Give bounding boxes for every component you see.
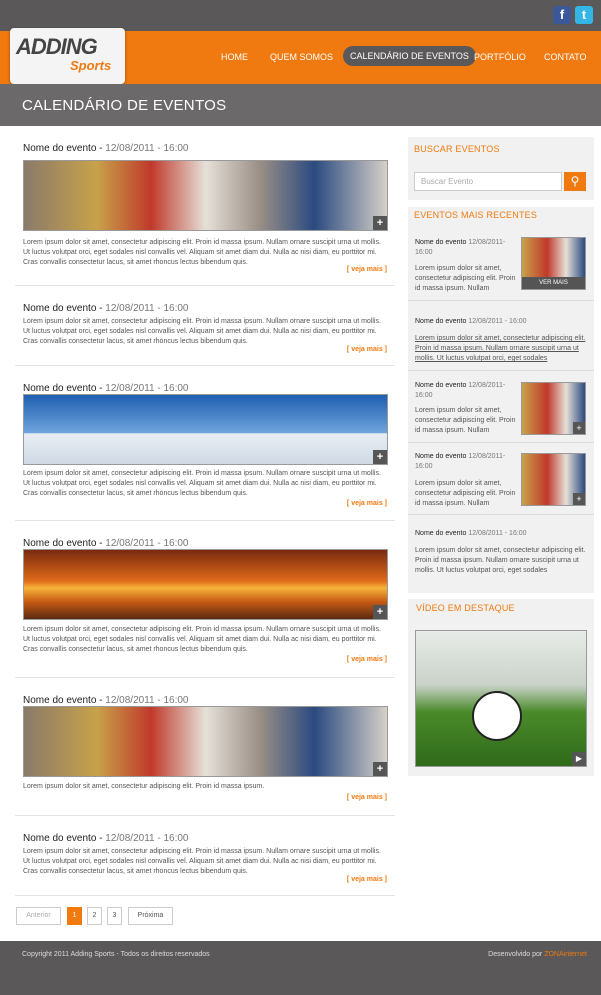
recent-item-text: Lorem ipsum dolor sit amet, consectetur …: [415, 480, 516, 507]
event-date: 12/08/2011 - 16:00: [105, 538, 189, 549]
event-description: Lorem ipsum dolor sit amet, consectetur …: [23, 783, 265, 790]
nav-quem-somos[interactable]: QUEM SOMOS: [270, 52, 333, 62]
pagination-prev[interactable]: Anterior: [16, 907, 61, 925]
recent-item-text: Lorem ipsum dolor sit amet, consectetur …: [415, 265, 516, 292]
event-date: 12/08/2011 - 16:00: [105, 695, 189, 706]
video-heading: VÍDEO EM DESTAQUE: [416, 603, 515, 613]
event-title[interactable]: Nome do evento - 12/08/2011 - 16:00: [23, 833, 188, 844]
recent-heading: EVENTOS MAIS RECENTES: [414, 210, 538, 220]
read-more-link[interactable]: [ veja mais ]: [347, 656, 387, 663]
event-item: Nome do evento - 12/08/2011 - 16:00 + Lo…: [15, 366, 395, 521]
plus-icon[interactable]: +: [573, 422, 585, 434]
facebook-icon[interactable]: f: [553, 6, 571, 24]
recent-item[interactable]: Nome do evento 12/08/2011- 16:00 Lorem i…: [408, 231, 594, 301]
recent-item-title: Nome do evento 12/08/2011 - 16:00: [415, 530, 527, 537]
event-date: 12/08/2011 - 16:00: [105, 303, 189, 314]
event-name: Nome do evento -: [23, 538, 106, 549]
recent-item-title: Nome do evento 12/08/2011- 16:00: [415, 382, 506, 399]
recent-item[interactable]: Nome do evento 12/08/2011- 16:00 Lorem i…: [408, 371, 594, 443]
recent-thumbnail[interactable]: +: [521, 382, 586, 435]
developer-credit[interactable]: Desenvolvido por ZONAinternet: [488, 951, 587, 958]
logo[interactable]: ADDING Sports: [10, 28, 125, 84]
event-image[interactable]: +: [23, 549, 388, 620]
event-item: Nome do evento - 12/08/2011 - 16:00 Lore…: [15, 286, 395, 366]
nav-home[interactable]: HOME: [221, 52, 248, 62]
event-title[interactable]: Nome do evento - 12/08/2011 - 16:00: [23, 143, 188, 154]
pagination-next[interactable]: Próxima: [128, 907, 173, 925]
read-more-link[interactable]: [ veja mais ]: [347, 266, 387, 273]
event-item: Nome do evento - 12/08/2011 - 16:00 + Lo…: [15, 521, 395, 678]
event-item: Nome do evento - 12/08/2011 - 16:00 + Lo…: [15, 126, 395, 286]
event-title[interactable]: Nome do evento - 12/08/2011 - 16:00: [23, 695, 188, 706]
top-bar: [0, 0, 601, 31]
search-input[interactable]: Buscar Evento: [414, 172, 562, 191]
plus-icon[interactable]: +: [373, 762, 387, 776]
event-description: Lorem ipsum dolor sit amet, consectetur …: [23, 239, 381, 266]
event-image[interactable]: +: [23, 706, 388, 777]
footer: Copyright 2011 Adding Sports - Todos os …: [0, 941, 601, 995]
event-name: Nome do evento -: [23, 383, 106, 394]
recent-item-text: Lorem ipsum dolor sit amet, consectetur …: [415, 407, 516, 434]
plus-icon[interactable]: +: [373, 216, 387, 230]
recent-item-text[interactable]: Lorem ipsum dolor sit amet, consectetur …: [415, 334, 587, 364]
read-more-link[interactable]: [ veja mais ]: [347, 876, 387, 883]
logo-subtext: Sports: [70, 58, 112, 73]
event-name: Nome do evento -: [23, 143, 106, 154]
read-more-link[interactable]: [ veja mais ]: [347, 794, 387, 801]
pagination-page-3[interactable]: 3: [107, 907, 122, 925]
event-name: Nome do evento -: [23, 833, 106, 844]
event-title[interactable]: Nome do evento - 12/08/2011 - 16:00: [23, 383, 188, 394]
recent-thumbnail[interactable]: +: [521, 453, 586, 506]
event-description: Lorem ipsum dolor sit amet, consectetur …: [23, 318, 381, 345]
soccer-ball-icon: [472, 691, 522, 741]
event-image[interactable]: +: [23, 394, 388, 465]
recent-item-title: Nome do evento 12/08/2011 - 16:00: [415, 318, 527, 325]
recent-events-panel: EVENTOS MAIS RECENTES Nome do evento 12/…: [408, 207, 594, 593]
event-date: 12/08/2011 - 16:00: [105, 833, 189, 844]
title-bar: CALENDÁRIO DE EVENTOS: [0, 84, 601, 126]
video-panel: VÍDEO EM DESTAQUE ▶: [408, 599, 594, 776]
read-more-link[interactable]: [ veja mais ]: [347, 500, 387, 507]
event-title[interactable]: Nome do evento - 12/08/2011 - 16:00: [23, 303, 188, 314]
copyright-text: Copyright 2011 Adding Sports - Todos os …: [22, 951, 210, 958]
plus-icon[interactable]: +: [373, 450, 387, 464]
pagination-page-1[interactable]: 1: [67, 907, 82, 925]
plus-icon[interactable]: +: [573, 493, 585, 505]
event-description: Lorem ipsum dolor sit amet, consectetur …: [23, 848, 381, 875]
event-item: Nome do evento - 12/08/2011 - 16:00 + Lo…: [15, 678, 395, 816]
event-image[interactable]: +: [23, 160, 388, 231]
nav-calendario[interactable]: CALENDÁRIO DE EVENTOS: [343, 46, 476, 66]
twitter-icon[interactable]: t: [575, 6, 593, 24]
event-item: Nome do evento - 12/08/2011 - 16:00 Lore…: [15, 816, 395, 896]
event-title[interactable]: Nome do evento - 12/08/2011 - 16:00: [23, 538, 188, 549]
event-description: Lorem ipsum dolor sit amet, consectetur …: [23, 470, 381, 497]
search-heading: BUSCAR EVENTOS: [414, 144, 500, 154]
event-name: Nome do evento -: [23, 303, 106, 314]
logo-text: ADDING: [16, 34, 98, 59]
recent-item-title: Nome do evento 12/08/2011- 16:00: [415, 453, 506, 470]
recent-item-text: Lorem ipsum dolor sit amet, consectetur …: [415, 547, 586, 574]
recent-item[interactable]: Nome do evento 12/08/2011- 16:00 Lorem i…: [408, 443, 594, 515]
video-thumbnail[interactable]: ▶: [415, 630, 587, 767]
recent-item-title: Nome do evento 12/08/2011- 16:00: [415, 239, 506, 256]
event-date: 12/08/2011 - 16:00: [105, 383, 189, 394]
event-description: Lorem ipsum dolor sit amet, consectetur …: [23, 626, 381, 653]
play-icon[interactable]: ▶: [572, 752, 586, 766]
search-panel: BUSCAR EVENTOS Buscar Evento ⚲: [408, 137, 594, 200]
event-name: Nome do evento -: [23, 695, 106, 706]
recent-thumbnail[interactable]: VER MAIS: [521, 237, 586, 290]
page-title: CALENDÁRIO DE EVENTOS: [22, 97, 227, 114]
ver-mais-badge[interactable]: VER MAIS: [522, 277, 585, 289]
search-icon[interactable]: ⚲: [564, 172, 586, 191]
pagination-page-2[interactable]: 2: [87, 907, 102, 925]
nav-contato[interactable]: CONTATO: [544, 52, 587, 62]
event-date: 12/08/2011 - 16:00: [105, 143, 189, 154]
recent-item[interactable]: Nome do evento 12/08/2011 - 16:00 Lorem …: [408, 515, 594, 591]
recent-item[interactable]: Nome do evento 12/08/2011 - 16:00 Lorem …: [408, 301, 594, 371]
nav-portfolio[interactable]: PORTFÓLIO: [474, 52, 526, 62]
read-more-link[interactable]: [ veja mais ]: [347, 346, 387, 353]
plus-icon[interactable]: +: [373, 605, 387, 619]
